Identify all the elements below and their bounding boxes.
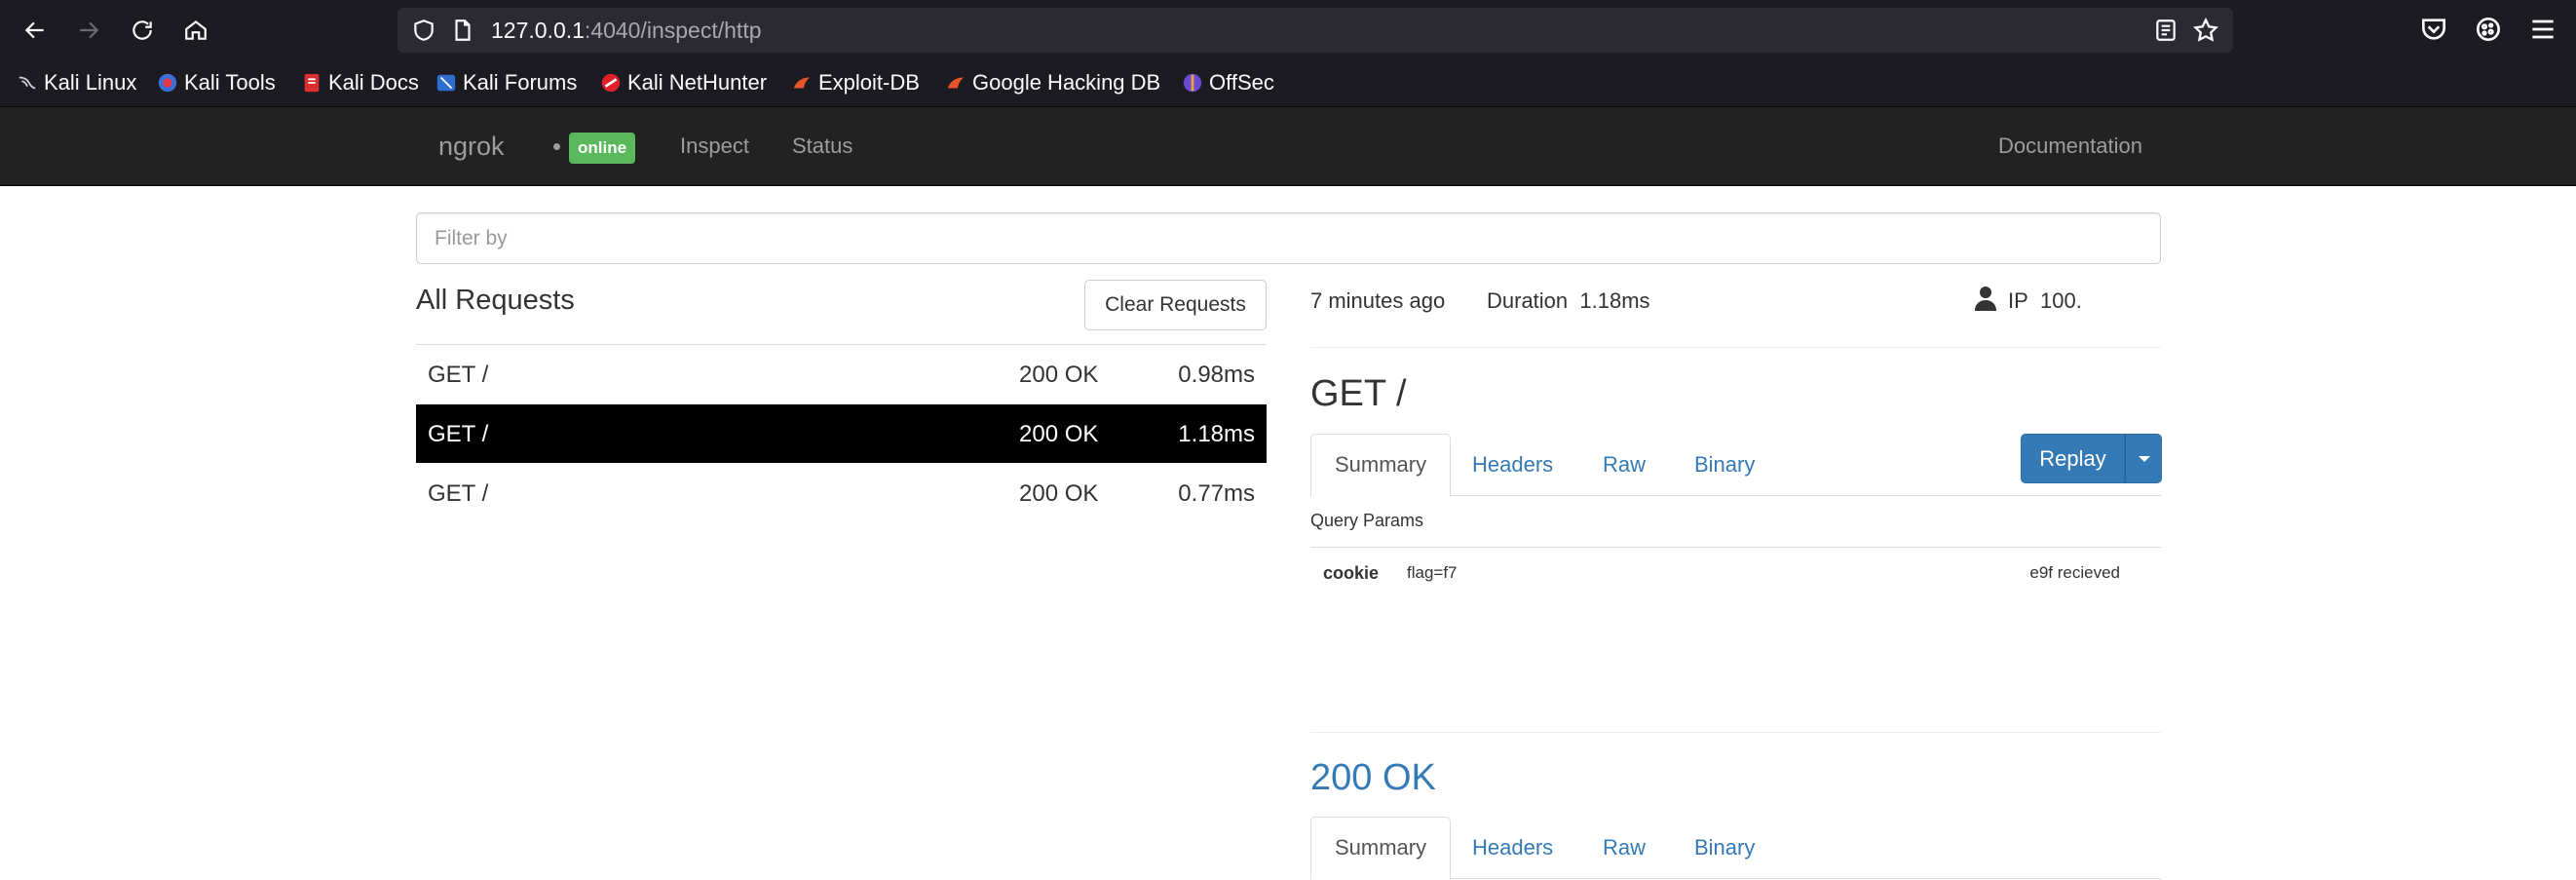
nethunter-icon bbox=[601, 73, 621, 93]
reload-icon bbox=[133, 20, 152, 40]
request-duration: 1.18ms bbox=[1178, 421, 1255, 447]
bookmark-label: Kali NetHunter bbox=[627, 70, 768, 95]
duration-label: Duration bbox=[1487, 288, 1569, 313]
hamburger-menu-icon[interactable] bbox=[2527, 14, 2558, 45]
tracking-shield-icon[interactable] bbox=[411, 18, 436, 43]
bookmark-label: OffSec bbox=[1209, 70, 1274, 95]
request-duration: 0.98ms bbox=[1178, 362, 1255, 388]
back-arrow-icon bbox=[24, 21, 44, 39]
bookmark-star-icon[interactable] bbox=[2192, 17, 2219, 44]
divider bbox=[1310, 347, 2161, 348]
bookmark-label: Kali Tools bbox=[184, 70, 276, 95]
tab-raw[interactable]: Raw bbox=[1579, 434, 1669, 496]
bookmarks-bar: Kali Linux Kali Tools Kali Docs Kali For… bbox=[0, 60, 2576, 107]
forward-button[interactable] bbox=[70, 12, 107, 49]
kali-forums-icon bbox=[436, 74, 456, 92]
param-value-start: flag=f7 bbox=[1407, 563, 1458, 582]
bookmark-kali-nethunter[interactable]: Kali NetHunter bbox=[600, 60, 767, 105]
forward-arrow-icon bbox=[80, 21, 99, 39]
url-bar[interactable]: 127.0.0.1:4040/inspect/http bbox=[398, 8, 2233, 53]
param-value-end: e9f recieved bbox=[2029, 563, 2120, 582]
ngrok-navbar: ngrok online Inspect Status Documentatio… bbox=[0, 107, 2576, 186]
replay-dropdown-caret[interactable] bbox=[2125, 434, 2162, 483]
tab-binary[interactable]: Binary bbox=[1671, 434, 1778, 496]
request-method-path: GET / bbox=[428, 362, 489, 388]
request-status: 200 OK bbox=[1019, 362, 1099, 388]
request-row[interactable]: GET / 200 OK 0.77ms bbox=[416, 464, 1267, 523]
time-ago: 7 minutes ago bbox=[1310, 288, 1446, 313]
nav-documentation[interactable]: Documentation bbox=[1998, 107, 2142, 185]
back-button[interactable] bbox=[17, 12, 54, 49]
tab-headers[interactable]: Headers bbox=[1449, 817, 1576, 879]
bookmark-google-hacking-db[interactable]: Google Hacking DB bbox=[945, 60, 1160, 105]
tab-binary[interactable]: Binary bbox=[1671, 817, 1778, 879]
offsec-icon bbox=[1183, 73, 1202, 93]
bookmark-kali-docs[interactable]: Kali Docs bbox=[301, 60, 419, 105]
all-requests-title: All Requests bbox=[416, 285, 575, 316]
page-icon[interactable] bbox=[450, 18, 475, 43]
url-host: 127.0.0.1 bbox=[491, 18, 585, 43]
nav-inspect[interactable]: Inspect bbox=[680, 107, 749, 185]
url-path: :4040/inspect/http bbox=[584, 18, 762, 43]
bookmark-label: Kali Forums bbox=[463, 70, 578, 95]
request-row-selected[interactable]: GET / 200 OK 1.18ms bbox=[416, 404, 1267, 464]
reader-view-icon[interactable] bbox=[2153, 18, 2178, 43]
ngrok-brand[interactable]: ngrok bbox=[438, 107, 505, 185]
filter-input[interactable] bbox=[416, 212, 2161, 264]
reload-button[interactable] bbox=[124, 12, 161, 49]
tab-summary[interactable]: Summary bbox=[1310, 434, 1452, 497]
bookmark-label: Exploit-DB bbox=[818, 70, 920, 95]
ghdb-icon bbox=[947, 77, 965, 89]
request-status: 200 OK bbox=[1019, 421, 1099, 447]
home-button[interactable] bbox=[177, 12, 214, 49]
home-icon bbox=[185, 19, 207, 40]
ip-label: IP bbox=[2008, 288, 2028, 313]
user-icon bbox=[1975, 287, 1996, 311]
exploit-db-icon bbox=[793, 77, 811, 89]
pocket-icon[interactable] bbox=[2418, 14, 2449, 45]
tab-headers[interactable]: Headers bbox=[1449, 434, 1576, 496]
request-status: 200 OK bbox=[1019, 480, 1099, 507]
bookmark-kali-forums[interactable]: Kali Forums bbox=[436, 60, 577, 105]
extensions-icon[interactable] bbox=[2473, 14, 2504, 45]
query-params-label: Query Params bbox=[1310, 511, 1424, 530]
bookmark-kali-tools[interactable]: Kali Tools bbox=[157, 60, 276, 105]
clear-requests-button[interactable]: Clear Requests bbox=[1084, 280, 1267, 330]
tab-raw[interactable]: Raw bbox=[1579, 817, 1669, 879]
client-ip: IP 100. bbox=[2008, 288, 2082, 314]
online-badge: online bbox=[569, 133, 636, 164]
request-method-path: GET / bbox=[428, 421, 489, 447]
request-title: GET / bbox=[1310, 373, 1407, 414]
request-duration: 0.77ms bbox=[1178, 480, 1255, 507]
bookmark-label: Kali Docs bbox=[328, 70, 419, 95]
bookmark-label: Kali Linux bbox=[44, 70, 137, 95]
response-tabs: Summary Headers Raw Binary bbox=[1310, 817, 2161, 880]
nav-status[interactable]: Status bbox=[792, 107, 852, 185]
requests-table: GET / 200 OK 0.98ms GET / 200 OK 1.18ms … bbox=[416, 344, 1267, 523]
replay-button[interactable]: Replay bbox=[2021, 434, 2125, 483]
browser-toolbar: 127.0.0.1:4040/inspect/http bbox=[0, 0, 2576, 60]
url-text[interactable]: 127.0.0.1:4040/inspect/http bbox=[491, 8, 762, 53]
bookmark-label: Google Hacking DB bbox=[972, 70, 1161, 95]
ip-value: 100. bbox=[2040, 288, 2082, 313]
status-dot bbox=[553, 143, 560, 150]
tab-summary[interactable]: Summary bbox=[1310, 817, 1452, 880]
duration: Duration 1.18ms bbox=[1487, 288, 1650, 314]
response-title: 200 OK bbox=[1310, 757, 1436, 798]
divider bbox=[1310, 732, 2161, 733]
duration-value: 1.18ms bbox=[1579, 288, 1650, 313]
param-key: cookie bbox=[1323, 563, 1380, 583]
kali-dragon-icon bbox=[19, 76, 36, 90]
query-param-row: cookie flag=f7 e9f recieved bbox=[1310, 547, 2161, 599]
kali-docs-icon bbox=[304, 73, 320, 93]
request-method-path: GET / bbox=[428, 480, 489, 507]
bookmark-kali-linux[interactable]: Kali Linux bbox=[17, 60, 136, 105]
bookmark-offsec[interactable]: OffSec bbox=[1182, 60, 1274, 105]
kali-tools-icon bbox=[158, 73, 177, 93]
bookmark-exploit-db[interactable]: Exploit-DB bbox=[791, 60, 920, 105]
request-row[interactable]: GET / 200 OK 0.98ms bbox=[416, 345, 1267, 404]
